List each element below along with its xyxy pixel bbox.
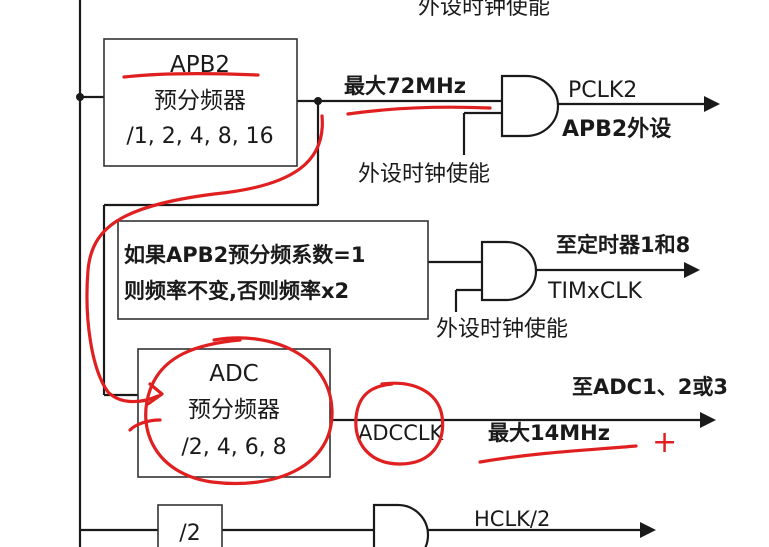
pclk2-output-arrow: [704, 96, 720, 112]
apb2-prescaler-ratios: /1, 2, 4, 8, 16: [126, 124, 273, 149]
red-plus-mark: +: [652, 425, 677, 460]
timer-multiplier-line1: 如果APB2预分频系数=1: [124, 243, 365, 267]
timer-multiplier-line2: 则频率不变,否则频率x2: [124, 279, 349, 303]
pclk2-target: APB2外设: [562, 116, 671, 142]
adc-target-label: 至ADC1、2或3: [572, 375, 728, 399]
hclk-and-gate: [372, 503, 430, 547]
apb2-prescaler-subtitle: 预分频器: [154, 88, 246, 114]
adc-output-arrow: [700, 412, 716, 428]
pclk2-enable-label: 外设时钟使能: [358, 162, 490, 187]
timer-target-label: 至定时器1和8: [556, 233, 690, 257]
timer-multiplier-box: [117, 220, 429, 320]
junction-dot-branch: [314, 97, 322, 105]
timer-output-arrow: [684, 262, 700, 278]
hclk-output-signal: HCLK/2: [474, 507, 550, 531]
adc-clk-signal: ADCCLK: [358, 421, 445, 445]
timer-enable-label: 外设时钟使能: [436, 317, 568, 342]
timer-clk-signal: TIMxCLK: [547, 279, 643, 304]
apb2-max-label: 最大72MHz: [344, 74, 466, 98]
adc-max-label: 最大14MHz: [488, 421, 610, 445]
red-underline-14mhz: [478, 444, 638, 464]
adc-prescaler-ratios: /2, 4, 6, 8: [181, 435, 286, 460]
hclk-divider-ratio: /2: [179, 521, 200, 546]
adc-prescaler-subtitle: 预分频器: [188, 397, 280, 423]
pclk2-and-gate: [500, 74, 560, 138]
clock-tree-diagram: 外设时钟使能 APB2 预分频器 /1, 2, 4, 8, 16 最大72MHz…: [76, 0, 728, 547]
top-enable-label: 外设时钟使能: [418, 0, 550, 20]
adc-prescaler-title: ADC: [209, 361, 259, 387]
junction-dot-apb2: [76, 93, 84, 101]
timer-and-gate: [480, 240, 538, 302]
hclk-output-arrow: [640, 522, 656, 538]
pclk2-signal: PCLK2: [568, 78, 637, 103]
